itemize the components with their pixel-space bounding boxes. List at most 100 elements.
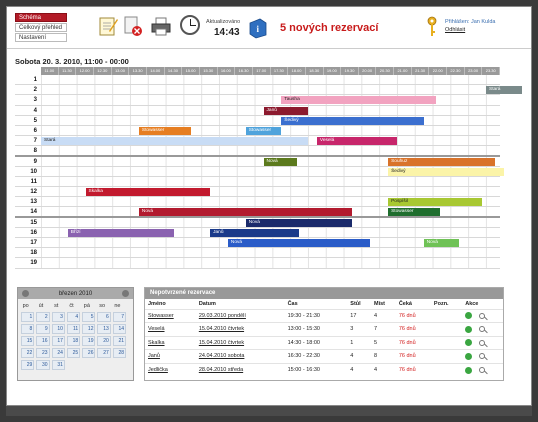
magnifier-icon[interactable]: [479, 339, 486, 346]
table-timeline[interactable]: Tausha: [41, 95, 500, 105]
cancel-document-icon[interactable]: [122, 15, 144, 37]
reservation-block[interactable]: Janů: [263, 106, 308, 115]
reservation-block[interactable]: Janů: [210, 228, 300, 237]
prev-month-icon[interactable]: [22, 290, 29, 297]
reservation-block[interactable]: Nová: [245, 218, 353, 227]
reservation-name-link[interactable]: Janů: [145, 349, 196, 363]
check-icon[interactable]: [465, 366, 473, 374]
table-timeline[interactable]: Skalka: [41, 187, 500, 197]
table-timeline[interactable]: [41, 176, 500, 187]
calendar-day[interactable]: 8: [21, 324, 35, 334]
calendar-day[interactable]: 24: [51, 348, 65, 358]
info-icon[interactable]: i: [247, 17, 269, 39]
new-reservations-count[interactable]: 5 nových rezervací: [280, 22, 378, 34]
table-timeline[interactable]: Nová Stowasser: [41, 207, 500, 217]
table-timeline[interactable]: Šedivý: [41, 166, 504, 176]
reservation-name-link[interactable]: Jedlička: [145, 362, 196, 377]
reservation-block[interactable]: Souhuz: [388, 157, 495, 166]
calendar-day[interactable]: 17: [51, 336, 65, 346]
calendar-day[interactable]: 25: [66, 348, 81, 358]
check-icon[interactable]: [465, 352, 473, 360]
table-timeline[interactable]: Nová Souhuz: [41, 156, 500, 166]
table-timeline[interactable]: Nová: [41, 217, 500, 227]
calendar-day[interactable]: 4: [66, 312, 81, 322]
reservation-block[interactable]: Stowasser: [245, 126, 282, 135]
table-timeline[interactable]: Břízí Janů: [41, 227, 500, 237]
calendar-day[interactable]: 11: [66, 324, 81, 334]
reservation-date-link[interactable]: 29.03.2010 pondělí: [195, 308, 285, 323]
reservation-block[interactable]: Stará: [41, 137, 308, 146]
calendar-day[interactable]: 18: [66, 336, 81, 346]
calendar-day[interactable]: 2: [36, 312, 50, 322]
reservation-block[interactable]: Nová: [423, 239, 460, 247]
reservation-block[interactable]: Veselá: [316, 137, 397, 146]
magnifier-icon[interactable]: [479, 312, 486, 319]
table-timeline[interactable]: Janů: [41, 105, 500, 115]
check-icon[interactable]: [465, 312, 473, 320]
calendar-day[interactable]: 13: [97, 324, 111, 334]
check-icon[interactable]: [465, 325, 473, 333]
table-timeline[interactable]: Stará Veselá: [41, 136, 500, 146]
reservation-block[interactable]: Nová: [227, 239, 371, 247]
calendar-day[interactable]: 1: [21, 312, 35, 322]
reservation-block[interactable]: Skalka: [85, 188, 211, 197]
calendar-day[interactable]: 23: [36, 348, 50, 358]
table-timeline[interactable]: [41, 258, 500, 268]
reservation-date-link[interactable]: 15.04.2010 čtvrtek: [195, 322, 285, 336]
calendar-day[interactable]: 20: [97, 336, 111, 346]
printer-icon[interactable]: [150, 15, 172, 37]
table-timeline[interactable]: [41, 75, 500, 85]
magnifier-icon[interactable]: [479, 367, 486, 373]
table-timeline[interactable]: Šedivý: [41, 115, 500, 125]
reservation-block[interactable]: Tausha: [281, 96, 437, 105]
table-timeline[interactable]: Pospíšil: [41, 197, 500, 207]
calendar-day[interactable]: 14: [112, 324, 127, 334]
calendar-day[interactable]: 27: [97, 348, 111, 358]
calendar-day[interactable]: 10: [51, 324, 65, 334]
notes-icon[interactable]: [97, 15, 119, 37]
reservation-date-link[interactable]: 15.04.2010 čtvrtek: [195, 335, 285, 350]
calendar-day[interactable]: 26: [82, 348, 96, 358]
calendar-day[interactable]: 15: [21, 336, 35, 346]
calendar-day[interactable]: 19: [82, 336, 96, 346]
magnifier-icon[interactable]: [479, 353, 486, 360]
reservation-block[interactable]: Šedivý: [281, 116, 424, 125]
reservation-name-link[interactable]: Skalka: [145, 335, 196, 350]
next-month-icon[interactable]: [122, 290, 129, 297]
calendar-day[interactable]: 9: [36, 324, 50, 334]
menu-item-schema[interactable]: Schéma rezervací: [15, 13, 67, 30]
reservation-block[interactable]: Nová: [263, 157, 298, 166]
magnifier-icon[interactable]: [479, 326, 486, 333]
reservation-block[interactable]: Šedivý: [388, 167, 504, 176]
calendar-day[interactable]: 6: [97, 312, 111, 322]
reservation-name-link[interactable]: Veselá: [145, 322, 196, 336]
calendar-day[interactable]: 28: [112, 348, 127, 358]
table-timeline[interactable]: Nová Nová: [41, 238, 500, 248]
table-timeline[interactable]: [41, 146, 500, 155]
calendar-day[interactable]: 30: [36, 360, 50, 370]
reservation-date-link[interactable]: 28.04.2010 středa: [195, 362, 285, 377]
check-icon[interactable]: [465, 339, 473, 347]
calendar-day[interactable]: 12: [82, 324, 96, 334]
reservation-block[interactable]: Stowasser: [388, 208, 440, 217]
calendar-day[interactable]: 21: [112, 336, 127, 346]
logout-link[interactable]: Odhlásit: [445, 27, 465, 33]
calendar-day[interactable]: 16: [36, 336, 50, 346]
table-timeline[interactable]: Stowasser Stowasser: [41, 125, 500, 136]
calendar-day[interactable]: 22: [21, 348, 35, 358]
table-timeline[interactable]: [41, 248, 500, 258]
table-timeline[interactable]: Stará: [41, 85, 522, 95]
reservation-block[interactable]: Pospíšil: [388, 198, 483, 207]
reservation-block[interactable]: Stará: [486, 86, 522, 95]
calendar-day[interactable]: 31: [51, 360, 65, 370]
reservation-date-link[interactable]: 24.04.2010 sobota: [195, 349, 285, 363]
menu-item-overview[interactable]: Celkový přehled: [15, 23, 67, 32]
reservation-name-link[interactable]: Stowasser: [145, 308, 196, 323]
reservation-block[interactable]: Břízí: [67, 228, 175, 237]
calendar-day[interactable]: 5: [82, 312, 96, 322]
reservation-block[interactable]: Stowasser: [138, 126, 191, 135]
menu-item-settings[interactable]: Nastavení: [15, 33, 67, 42]
calendar-day[interactable]: 7: [112, 312, 127, 322]
reservation-block[interactable]: Nová: [138, 208, 353, 217]
calendar-day[interactable]: 3: [51, 312, 65, 322]
